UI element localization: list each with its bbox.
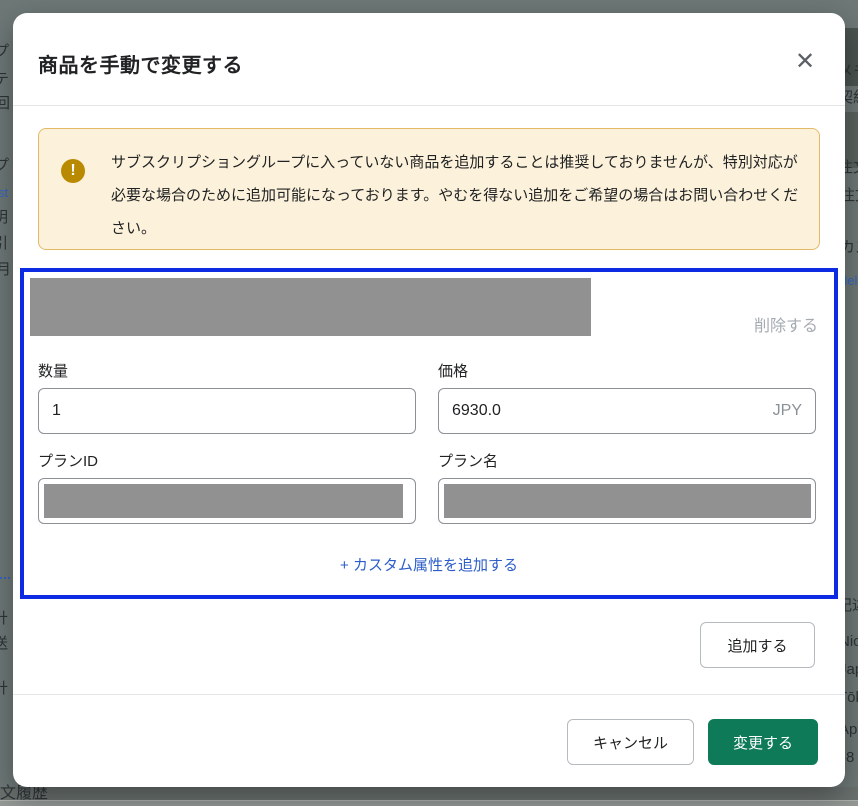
background-text-fragment: テ [0,72,9,87]
quantity-value: 1 [52,402,61,420]
quantity-label: 数量 [38,360,68,381]
plan-id-input[interactable] [38,478,416,524]
background-text-fragment: プ [0,44,9,59]
background-text-fragment: 月 [0,262,11,277]
plan-name-label: プラン名 [438,450,498,471]
price-input[interactable]: 6930.0 JPY [438,388,816,434]
product-line-item-section: 削除する 数量 価格 1 6930.0 JPY プランID プラン名 + カスタ… [20,268,838,599]
background-dotted-fragment [0,577,10,579]
background-text-fragment: 文履歴 [0,786,48,802]
modal-title: 商品を手動で変更する [38,49,243,78]
background-text-fragment: 計 [0,681,8,696]
delete-link[interactable]: 削除する [754,312,818,336]
header-divider [13,105,845,106]
warning-icon: ! [61,159,85,183]
quantity-input[interactable]: 1 [38,388,416,434]
modal-header: 商品を手動で変更する ✕ [13,13,845,105]
submit-button[interactable]: 変更する [708,719,818,765]
add-button[interactable]: 追加する [700,622,815,668]
background-text-fragment: 明 [0,210,8,225]
background-text-fragment: プ [0,158,9,173]
plan-id-label: プランID [38,450,98,471]
add-custom-attribute-link[interactable]: + カスタム属性を追加する [24,554,834,575]
price-label: 価格 [438,360,468,381]
background-text-fragment: 送 [0,636,8,651]
background-text-fragment: 回 [0,96,10,111]
close-icon[interactable]: ✕ [787,43,823,79]
backdrop-band [0,800,858,806]
warning-banner: ! サブスクリプショングループに入っていない商品を追加することは推奨しておりませ… [38,128,820,250]
plan-name-input[interactable] [438,478,816,524]
price-value: 6930.0 [452,402,501,420]
warning-text: サブスクリプショングループに入っていない商品を追加することは推奨しておりませんが… [111,146,811,245]
redacted-plan-id [44,484,403,518]
background-text-fragment: 引 [0,236,8,251]
modal-footer: キャンセル 変更する [567,719,818,765]
redacted-product-name [30,278,591,336]
background-text-fragment: 計 [0,611,8,626]
change-product-modal: 商品を手動で変更する ✕ ! サブスクリプショングループに入っていない商品を追加… [13,13,845,787]
redacted-plan-name [444,484,811,518]
background-text-fragment: st [0,186,8,199]
footer-divider [13,694,845,695]
currency-suffix: JPY [773,402,802,420]
cancel-button[interactable]: キャンセル [567,719,694,765]
